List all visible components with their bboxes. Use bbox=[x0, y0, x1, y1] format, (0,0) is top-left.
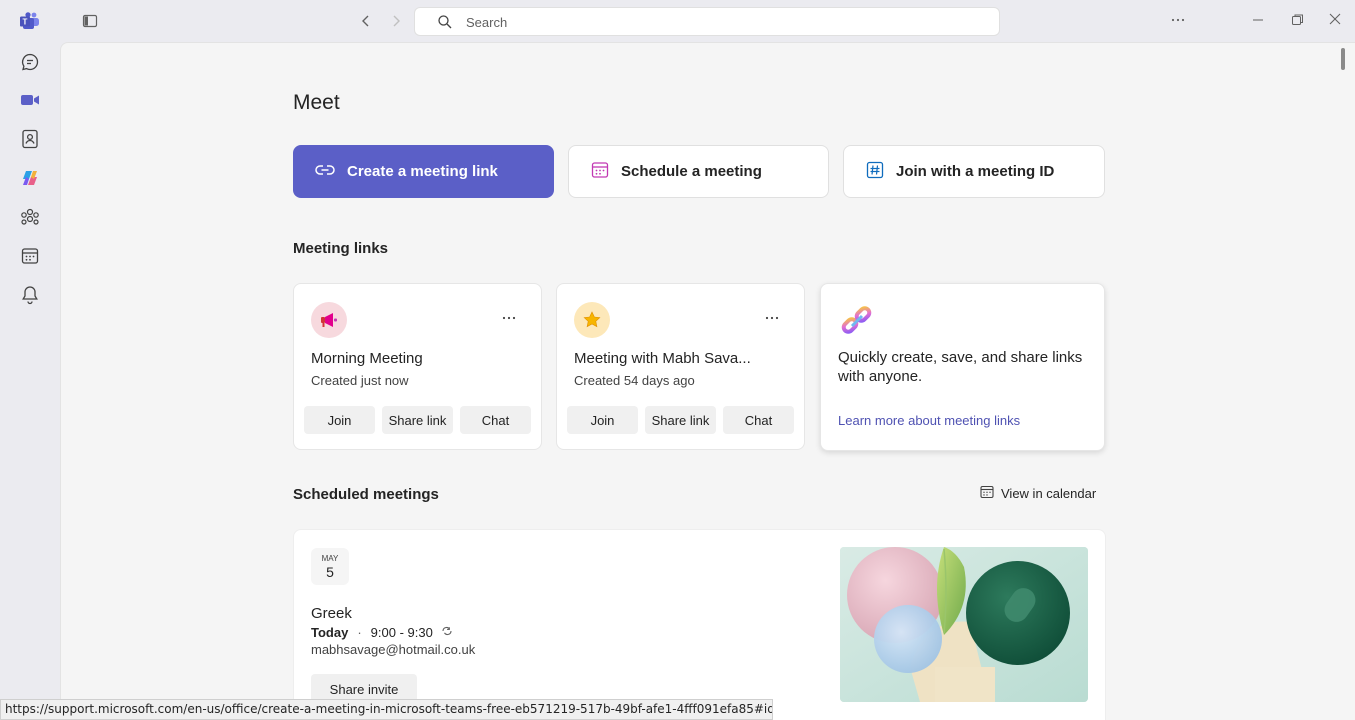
meeting-link-created: Created 54 days ago bbox=[574, 373, 695, 388]
calendar-icon bbox=[980, 485, 994, 502]
chat-button[interactable]: Chat bbox=[460, 406, 531, 434]
schedule-meeting-label: Schedule a meeting bbox=[621, 163, 762, 180]
hashtag-icon bbox=[866, 161, 884, 183]
main-panel: Meet Create a meeting link Schedule a me… bbox=[60, 42, 1355, 720]
meeting-illustration bbox=[840, 547, 1088, 702]
card-more-icon[interactable] bbox=[764, 308, 780, 324]
contacts-icon[interactable] bbox=[18, 127, 42, 151]
chat-icon[interactable] bbox=[18, 50, 42, 74]
view-in-calendar-button[interactable]: View in calendar bbox=[980, 485, 1096, 502]
share-link-button[interactable]: Share link bbox=[382, 406, 453, 434]
meeting-time-range: 9:00 - 9:30 bbox=[370, 625, 433, 640]
scrollbar[interactable] bbox=[1341, 48, 1345, 70]
meeting-links-heading: Meeting links bbox=[293, 240, 389, 257]
learn-more-link[interactable]: Learn more about meeting links bbox=[838, 413, 1020, 428]
app-rail: T bbox=[0, 0, 60, 720]
bell-icon[interactable] bbox=[18, 283, 42, 307]
meeting-organizer: mabhsavage@hotmail.co.uk bbox=[311, 642, 476, 657]
search-input[interactable] bbox=[466, 12, 966, 32]
meeting-title: Greek bbox=[311, 605, 352, 622]
search-icon bbox=[437, 14, 453, 30]
chain-link-icon bbox=[840, 304, 874, 343]
meeting-time: Today · 9:00 - 9:30 bbox=[311, 625, 453, 640]
meet-video-icon[interactable] bbox=[18, 88, 42, 112]
schedule-meeting-button[interactable]: Schedule a meeting bbox=[568, 145, 829, 198]
sidebar-toggle-icon[interactable] bbox=[81, 12, 99, 30]
date-day: 5 bbox=[326, 564, 334, 580]
separator-dot: · bbox=[357, 625, 362, 640]
star-icon bbox=[574, 302, 610, 338]
page-title: Meet bbox=[293, 91, 340, 114]
title-bar bbox=[0, 0, 1355, 42]
search-box[interactable] bbox=[414, 7, 1000, 36]
view-in-calendar-label: View in calendar bbox=[1001, 486, 1097, 501]
minimize-icon[interactable] bbox=[1250, 11, 1266, 29]
join-with-meeting-id-button[interactable]: Join with a meeting ID bbox=[843, 145, 1105, 198]
meeting-link-name: Morning Meeting bbox=[311, 350, 423, 367]
calendar-add-icon bbox=[591, 161, 609, 183]
recurring-icon bbox=[441, 626, 453, 639]
create-meeting-link-button[interactable]: Create a meeting link bbox=[293, 145, 554, 198]
scheduled-meetings-heading: Scheduled meetings bbox=[293, 486, 439, 503]
meeting-link-name: Meeting with Mabh Sava... bbox=[574, 350, 751, 367]
meeting-links-info-text: Quickly create, save, and share links wi… bbox=[838, 349, 1083, 385]
card-more-icon[interactable] bbox=[501, 308, 517, 324]
status-bar-url: https://support.microsoft.com/en-us/offi… bbox=[0, 699, 773, 720]
scheduled-meeting-card[interactable]: MAY 5 Greek Today · 9:00 - 9:30 mabhsava… bbox=[293, 529, 1106, 720]
share-link-button[interactable]: Share link bbox=[645, 406, 716, 434]
join-button[interactable]: Join bbox=[304, 406, 375, 434]
more-options-icon[interactable] bbox=[1168, 10, 1188, 30]
restore-icon[interactable] bbox=[1289, 11, 1305, 29]
meeting-link-card[interactable]: Morning Meeting Created just now Join Sh… bbox=[293, 283, 542, 450]
create-meeting-link-label: Create a meeting link bbox=[347, 163, 498, 180]
join-with-meeting-id-label: Join with a meeting ID bbox=[896, 163, 1055, 180]
close-icon[interactable] bbox=[1327, 10, 1343, 28]
calendar-icon[interactable] bbox=[18, 244, 42, 268]
forward-arrow-icon[interactable] bbox=[386, 11, 406, 31]
link-icon bbox=[315, 163, 335, 181]
copilot-icon[interactable] bbox=[18, 166, 42, 190]
join-button[interactable]: Join bbox=[567, 406, 638, 434]
meeting-link-card[interactable]: Meeting with Mabh Sava... Created 54 day… bbox=[556, 283, 805, 450]
date-badge: MAY 5 bbox=[311, 548, 349, 585]
meeting-link-created: Created just now bbox=[311, 373, 409, 388]
back-arrow-icon[interactable] bbox=[356, 11, 376, 31]
meeting-links-info-card: Quickly create, save, and share links wi… bbox=[820, 283, 1105, 451]
meeting-day-label: Today bbox=[311, 625, 349, 640]
megaphone-icon bbox=[311, 302, 347, 338]
date-month: MAY bbox=[321, 554, 339, 563]
communities-icon[interactable] bbox=[18, 205, 42, 229]
chat-button[interactable]: Chat bbox=[723, 406, 794, 434]
